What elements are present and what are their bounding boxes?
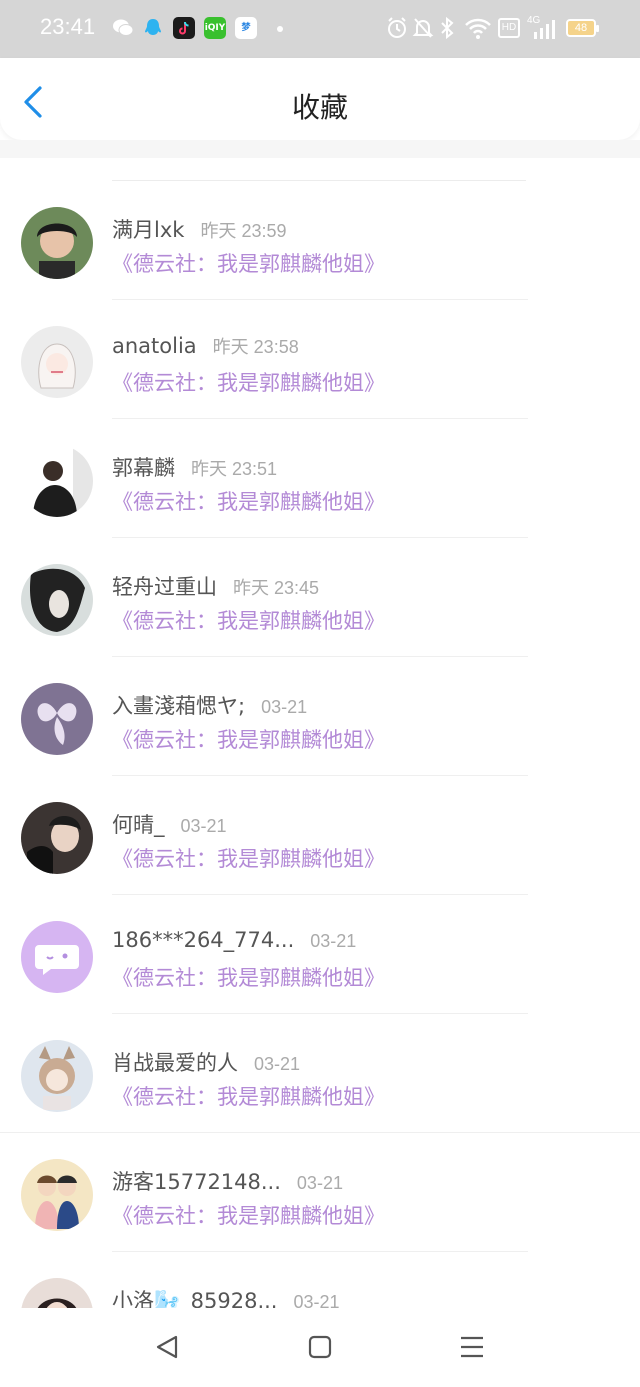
status-time: 23:41: [40, 14, 96, 39]
signal-icon: [534, 20, 555, 39]
favorites-list[interactable]: 满月lxk 昨天 23:59 《德云社：我是郭麒麟他姐》 anatolia 昨天 2…: [0, 158, 640, 1308]
avatar[interactable]: [21, 326, 93, 398]
book-title[interactable]: 《德云社：我是郭麒麟他姐》: [112, 962, 385, 992]
hd-badge: HD: [498, 18, 520, 38]
favorite-item[interactable]: 何晴_ 03-21 《德云社：我是郭麒麟他姐》: [0, 776, 640, 895]
page-title: 收藏: [291, 91, 348, 124]
timestamp: 昨天 23:51: [191, 459, 278, 479]
avatar[interactable]: [21, 1040, 93, 1112]
mute-bell-icon: [412, 18, 434, 38]
avatar[interactable]: [21, 564, 93, 636]
user-name: anatolia: [112, 334, 197, 358]
favorite-item[interactable]: 游客15772148... 03-21 《德云社：我是郭麒麟他姐》: [0, 1133, 640, 1252]
square-home-icon: [308, 1335, 332, 1359]
favorite-item[interactable]: anatolia 昨天 23:58 《德云社：我是郭麒麟他姐》: [0, 300, 640, 419]
iqiyi-icon: iQIY: [204, 17, 226, 39]
user-name: 186***264_774...: [112, 928, 295, 952]
timestamp: 昨天 23:45: [233, 578, 320, 598]
timestamp: 03-21: [296, 1173, 343, 1193]
timestamp: 03-21: [261, 697, 308, 717]
book-title[interactable]: 《德云社：我是郭麒麟他姐》: [112, 605, 385, 635]
header-separator: [0, 140, 640, 158]
avatar[interactable]: [21, 1278, 93, 1308]
alarm-icon: [388, 17, 406, 38]
nav-back-button[interactable]: [148, 1332, 188, 1362]
avatar[interactable]: [21, 445, 93, 517]
user-name: 何晴_: [112, 813, 165, 837]
timestamp: 03-21: [293, 1292, 340, 1308]
favorite-item[interactable]: 轻舟过重山 昨天 23:45 《德云社：我是郭麒麟他姐》: [0, 538, 640, 657]
favorite-item[interactable]: 小洛🌬️_85928... 03-21: [0, 1252, 640, 1308]
mengzhi-icon: 梦: [235, 17, 257, 39]
status-bar: 23:41 iQIY 梦 HD 4G 48: [0, 0, 640, 58]
book-title[interactable]: 《德云社：我是郭麒麟他姐》: [112, 1081, 385, 1111]
favorite-item[interactable]: 肖战最爱的人 03-21 《德云社：我是郭麒麟他姐》: [0, 1014, 640, 1133]
lines-menu-icon: [461, 1336, 483, 1358]
qq-icon: [142, 17, 164, 39]
avatar[interactable]: [21, 802, 93, 874]
bluetooth-icon: [441, 16, 454, 40]
tiktok-icon: [173, 17, 195, 39]
default-avatar[interactable]: [21, 921, 93, 993]
user-name: 入畫淺葙愢ヤ;: [112, 694, 246, 718]
timestamp: 昨天 23:58: [212, 337, 299, 357]
nav-home-button[interactable]: [300, 1332, 340, 1362]
more-notifications-dot: [277, 26, 283, 32]
book-title[interactable]: 《德云社：我是郭麒麟他姐》: [112, 367, 385, 397]
navigation-bar: [0, 1308, 640, 1387]
user-name: 小洛🌬️_85928...: [112, 1289, 278, 1308]
header: 收藏: [0, 58, 640, 140]
wifi-icon: [465, 18, 491, 39]
user-name: 轻舟过重山: [112, 575, 217, 599]
timestamp: 03-21: [254, 1054, 301, 1074]
nav-menu-button[interactable]: [452, 1332, 492, 1362]
avatar[interactable]: [21, 1159, 93, 1231]
avatar[interactable]: [21, 207, 93, 279]
book-title[interactable]: 《德云社：我是郭麒麟他姐》: [112, 248, 385, 278]
timestamp: 昨天 23:59: [200, 221, 287, 241]
triangle-back-icon: [156, 1335, 178, 1359]
book-title[interactable]: 《德云社：我是郭麒麟他姐》: [112, 843, 385, 873]
book-title[interactable]: 《德云社：我是郭麒麟他姐》: [112, 486, 385, 516]
timestamp: 03-21: [310, 931, 357, 951]
favorite-item[interactable]: 郭幕麟 昨天 23:51 《德云社：我是郭麒麟他姐》: [0, 419, 640, 538]
wechat-icon: [112, 17, 134, 39]
timestamp: 03-21: [180, 816, 227, 836]
user-name: 满月lxk: [112, 218, 185, 242]
user-name: 肖战最爱的人: [112, 1051, 238, 1075]
battery-indicator: 48: [566, 19, 599, 37]
book-title[interactable]: 《德云社：我是郭麒麟他姐》: [112, 724, 385, 754]
favorite-item[interactable]: 满月lxk 昨天 23:59 《德云社：我是郭麒麟他姐》: [0, 181, 640, 300]
book-title[interactable]: 《德云社：我是郭麒麟他姐》: [112, 1200, 385, 1230]
user-name: 郭幕麟: [112, 456, 175, 480]
avatar[interactable]: [21, 683, 93, 755]
favorite-item[interactable]: 186***264_774... 03-21 《德云社：我是郭麒麟他姐》: [0, 895, 640, 1014]
user-name: 游客15772148...: [112, 1170, 281, 1194]
favorite-item[interactable]: 入畫淺葙愢ヤ; 03-21 《德云社：我是郭麒麟他姐》: [0, 657, 640, 776]
